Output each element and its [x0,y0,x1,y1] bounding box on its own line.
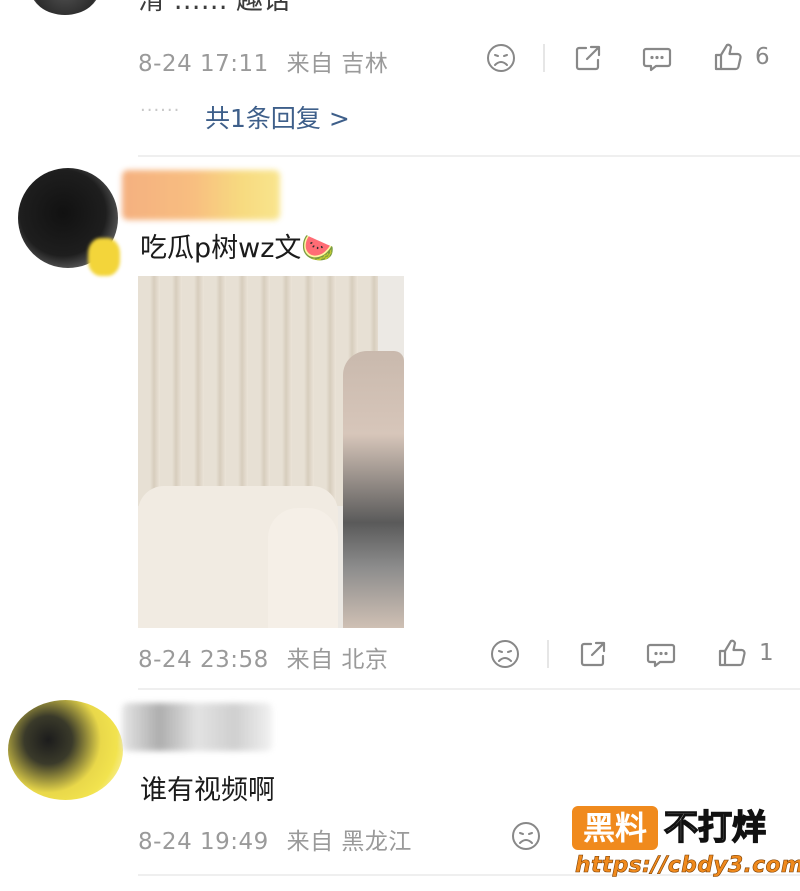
avatar-badge [88,238,120,276]
view-replies-link[interactable]: 共1条回复 > [205,99,350,135]
location-text: 来自 北京 [286,647,389,673]
comment-timestamp: 8-24 17:11 来自 吉林 [138,44,388,78]
comment-divider [138,688,800,690]
avatar[interactable] [30,0,100,15]
action-separator [543,44,545,72]
watermark-badge: 黑料 [572,806,658,850]
username-redacted[interactable] [122,170,280,220]
comment-timestamp: 8-24 19:49 来自 黑龙江 [138,822,412,856]
comment-text: 谁有视频啊 [140,775,275,806]
reply-dots: ······ [140,100,181,121]
image-curtain [138,276,378,506]
watermark-title: 不打烊 [663,807,767,849]
username-redacted[interactable] [122,703,272,751]
location-text: 来自 黑龙江 [286,829,412,855]
dislike-icon[interactable] [510,820,542,852]
dislike-icon[interactable] [489,638,521,670]
like-icon[interactable] [712,41,744,73]
timestamp-text: 8-24 17:11 [138,51,269,77]
timestamp-text: 8-24 23:58 [138,647,269,673]
avatar[interactable] [8,700,123,800]
image-figure [343,351,404,628]
dislike-icon[interactable] [485,42,517,74]
like-count: 1 [759,640,774,666]
share-icon[interactable] [572,42,604,74]
action-separator [547,640,549,668]
image-sofa-arm [268,508,338,628]
comment-text-partial: 滑 …… 趣话 [138,0,291,16]
comment-image[interactable] [138,276,404,628]
timestamp-text: 8-24 19:49 [138,829,269,855]
location-text: 来自 吉林 [286,51,389,77]
like-count: 6 [755,44,770,70]
comment-icon[interactable] [641,42,673,74]
comment-timestamp: 8-24 23:58 来自 北京 [138,640,388,674]
comment-icon[interactable] [645,638,677,670]
share-icon[interactable] [577,638,609,670]
watermark-url: https://cbdy3.com [575,853,800,879]
like-icon[interactable] [716,637,748,669]
comment-divider [138,155,800,157]
comment-text: 吃瓜p树wz文🍉 [140,233,336,264]
